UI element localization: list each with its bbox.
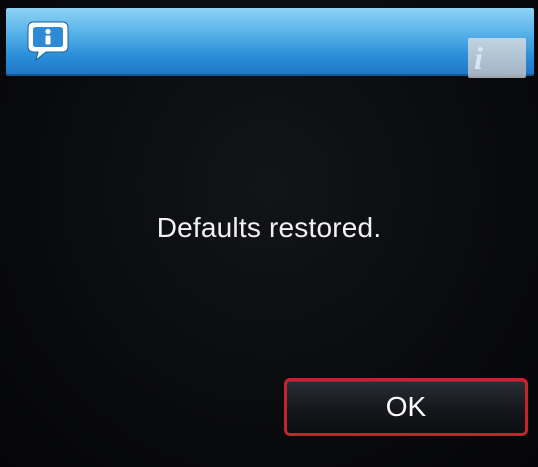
printer-display: i Defaults restored. OK	[0, 0, 538, 467]
info-i-icon[interactable]: i	[468, 38, 526, 78]
info-speech-bubble-icon	[27, 21, 69, 62]
ok-button-label: OK	[385, 391, 427, 422]
title-bar: i	[6, 8, 534, 78]
info-i-glyph: i	[474, 40, 483, 76]
status-message: Defaults restored.	[156, 212, 382, 243]
ok-button[interactable]: OK	[284, 378, 528, 436]
